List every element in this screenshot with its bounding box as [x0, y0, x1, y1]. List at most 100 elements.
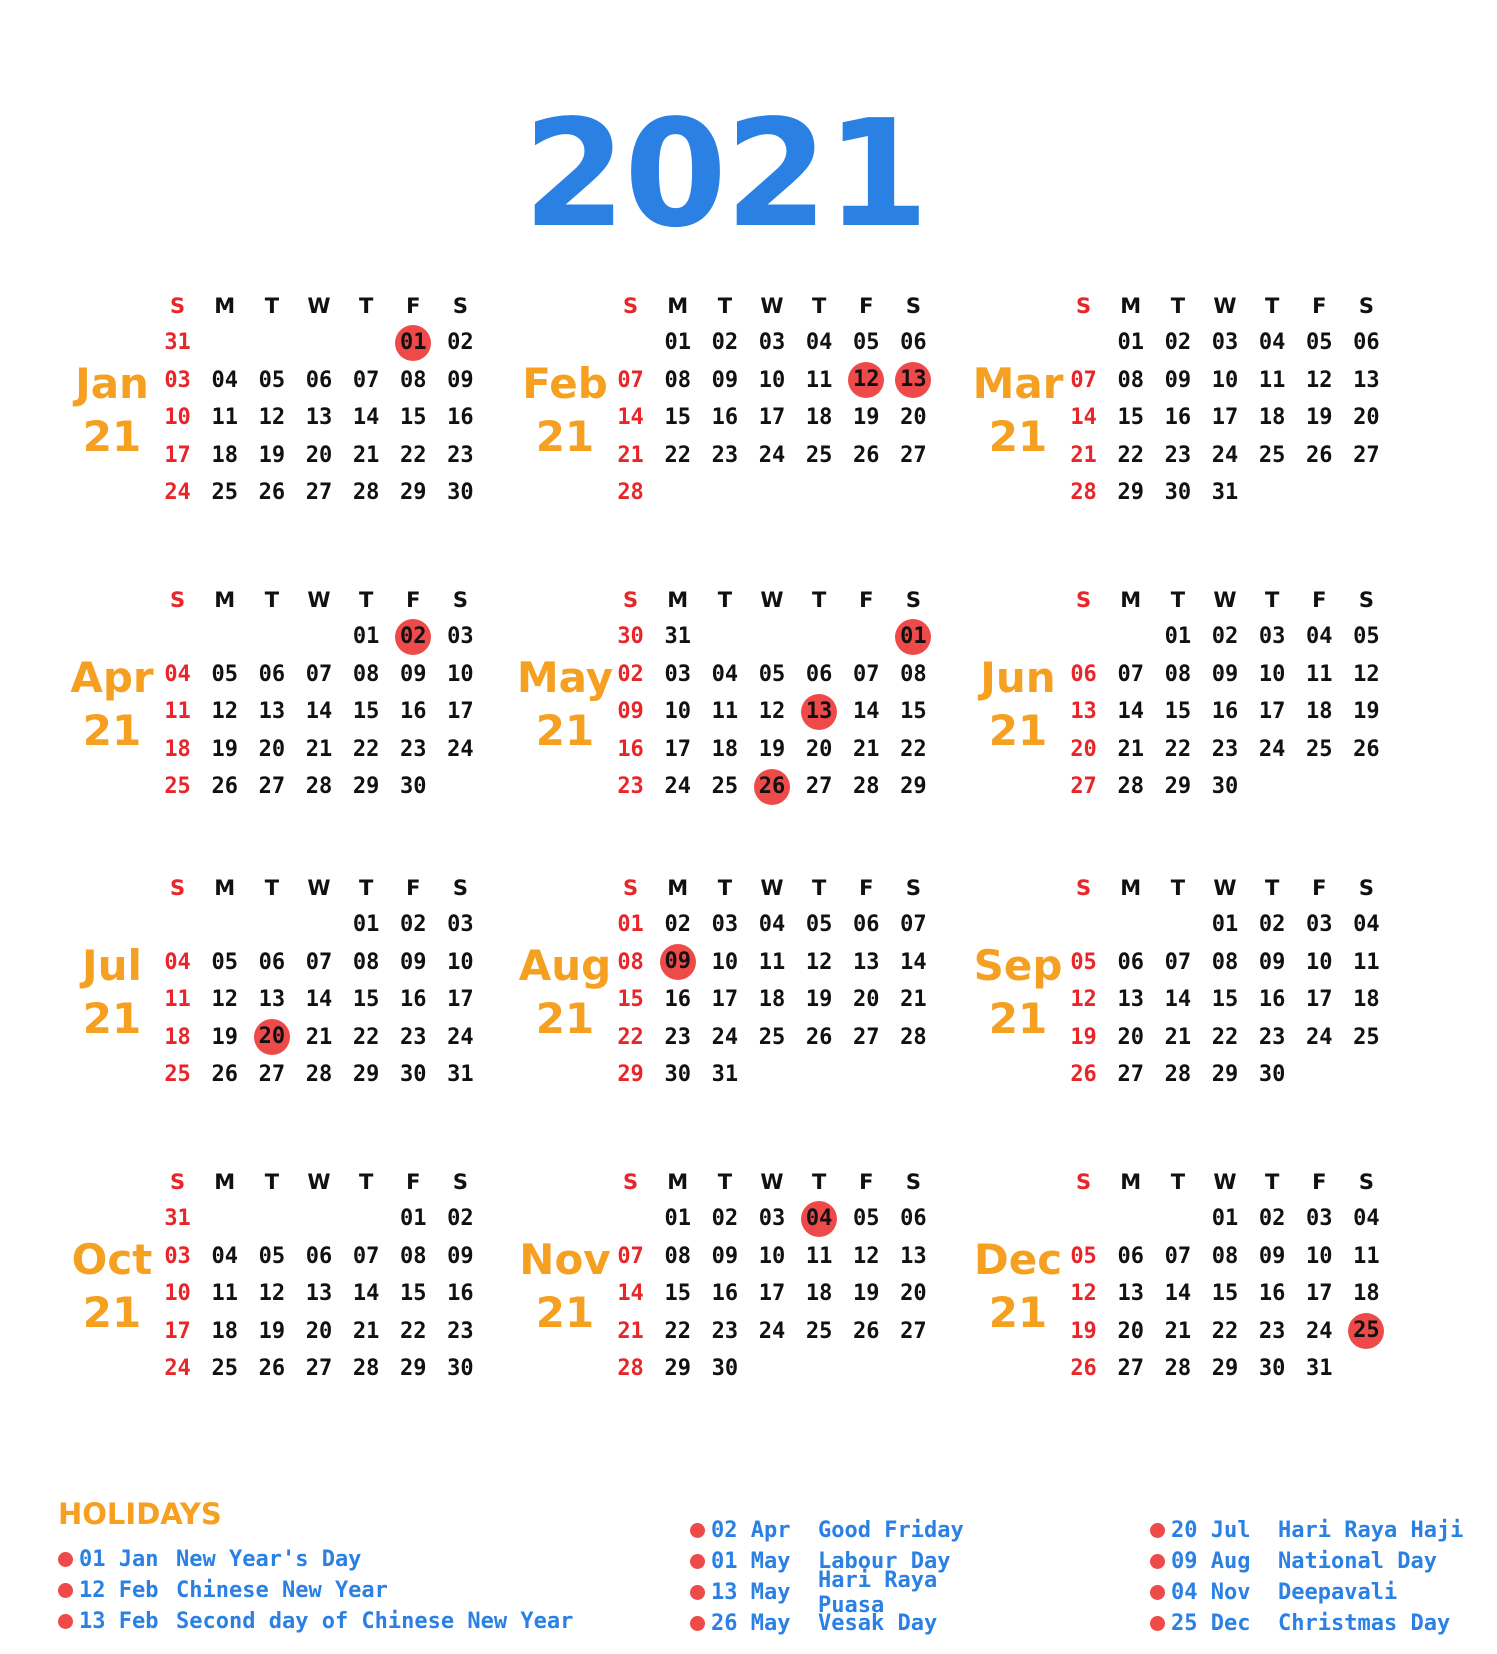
day-number: 05: [805, 912, 833, 938]
holiday-bullet-icon: [690, 1523, 705, 1538]
day-number: 18: [711, 736, 739, 762]
day-cell: 30: [1249, 1350, 1296, 1388]
day-number: 08: [617, 949, 644, 975]
month-oct: Oct 21 S M T W T F S 31 01 02 03 04 05 06 07 08 09 10 11 12 13…: [62, 1164, 532, 1404]
day-number: 05: [1070, 1243, 1097, 1269]
month-name: Mar: [972, 359, 1064, 408]
day-number: 02: [447, 1206, 474, 1232]
day-number: 24: [447, 1024, 474, 1050]
day-number: 25: [1353, 1024, 1380, 1050]
day-number: 28: [352, 480, 380, 506]
day-cell: 06: [295, 1238, 342, 1276]
day-cell: 18: [201, 437, 248, 475]
day-number: 13: [1070, 699, 1097, 725]
day-number: 06: [853, 912, 880, 938]
day-number: 22: [400, 442, 427, 468]
day-number: 12: [1306, 367, 1333, 393]
day-number: 17: [1211, 405, 1239, 431]
holiday-day-cell: 09: [654, 944, 701, 982]
day-cell: 21: [1107, 731, 1154, 769]
day-number: 03: [711, 912, 739, 938]
day-cell: 11: [154, 693, 201, 731]
holiday-day-cell: 13: [796, 693, 843, 731]
empty-cell: [154, 618, 201, 656]
day-cell: 18: [796, 399, 843, 437]
month-year: 21: [82, 706, 142, 755]
day-number: 05: [1306, 330, 1333, 356]
day-cell: 21: [890, 981, 937, 1019]
empty-cell: [748, 1350, 795, 1388]
day-number: 18: [1258, 405, 1286, 431]
empty-cell: [796, 1056, 843, 1094]
day-number: 26: [853, 1318, 880, 1344]
day-cell: 15: [390, 399, 437, 437]
day-number: 07: [617, 1243, 644, 1269]
day-cell: 03: [1201, 324, 1248, 362]
day-cell: 10: [1201, 362, 1248, 400]
day-number: 17: [447, 699, 474, 725]
day-cell: 23: [1249, 1313, 1296, 1351]
day-number: 22: [1211, 1318, 1239, 1344]
empty-cell: [295, 618, 342, 656]
day-cell: 07: [1154, 944, 1201, 982]
day-number: 26: [805, 1024, 833, 1050]
day-number: 30: [1211, 774, 1239, 800]
month-name: Jan: [75, 359, 149, 408]
day-number: 03: [1258, 624, 1286, 650]
weekday-header: S: [1076, 588, 1092, 612]
day-cell: 24: [748, 1313, 795, 1351]
day-number: 25: [805, 442, 833, 468]
day-cell: 26: [843, 1313, 890, 1351]
day-number: 11: [805, 367, 833, 393]
day-cell: 25: [796, 437, 843, 475]
day-cell: 20: [890, 1275, 937, 1313]
day-cell: 24: [1249, 731, 1296, 769]
day-number: 17: [758, 405, 786, 431]
day-cell: 08: [654, 1238, 701, 1276]
day-number: 11: [211, 405, 238, 431]
day-number: 12: [1070, 987, 1097, 1013]
day-number: 30: [664, 1062, 691, 1088]
weekday-header: T: [717, 1170, 733, 1194]
holiday-day-cell: 01: [890, 618, 937, 656]
day-number: 19: [1306, 405, 1333, 431]
weekday-header: F: [1312, 876, 1327, 900]
day-cell: 14: [607, 399, 654, 437]
day-number: 27: [900, 1318, 927, 1344]
day-cell: 27: [796, 768, 843, 806]
day-cell: 19: [248, 437, 295, 475]
day-cell: 21: [1060, 437, 1107, 475]
day-cell: 03: [654, 656, 701, 694]
day-cell: 01: [654, 1200, 701, 1238]
day-number: 05: [258, 1243, 286, 1269]
day-cell: 10: [654, 693, 701, 731]
day-cell: 05: [748, 656, 795, 694]
month-sep: Sep 21 S M T W T F S 01 02 03 04 05 06 07 08 09 10 11 12 13 14…: [968, 870, 1438, 1110]
day-number: 25: [1306, 736, 1333, 762]
holiday-item: 02 Apr Good Friday: [690, 1515, 1010, 1546]
weekday-header: T: [264, 1170, 280, 1194]
day-number: 21: [352, 1318, 380, 1344]
day-number: 06: [305, 1243, 333, 1269]
day-cell: 03: [437, 618, 484, 656]
day-cell: 11: [1296, 656, 1343, 694]
weekday-header: S: [623, 1170, 639, 1194]
day-cell: 30: [607, 618, 654, 656]
day-cell: 03: [748, 324, 795, 362]
day-number: 13: [895, 362, 932, 399]
day-cell: 10: [154, 1275, 201, 1313]
day-number: 30: [711, 1356, 739, 1382]
day-number: 02: [400, 912, 427, 938]
day-number: 23: [1164, 442, 1192, 468]
day-number: 31: [164, 330, 191, 356]
day-cell: 27: [1107, 1350, 1154, 1388]
weekday-header: S: [452, 876, 468, 900]
day-number: 08: [352, 949, 380, 975]
day-number: 06: [258, 949, 286, 975]
month-name: Jun: [980, 653, 1056, 702]
day-cell: 12: [201, 693, 248, 731]
day-number: 27: [1117, 1062, 1144, 1088]
day-cell: 19: [201, 1019, 248, 1057]
day-number: 03: [664, 661, 691, 687]
day-number: 15: [1117, 405, 1144, 431]
